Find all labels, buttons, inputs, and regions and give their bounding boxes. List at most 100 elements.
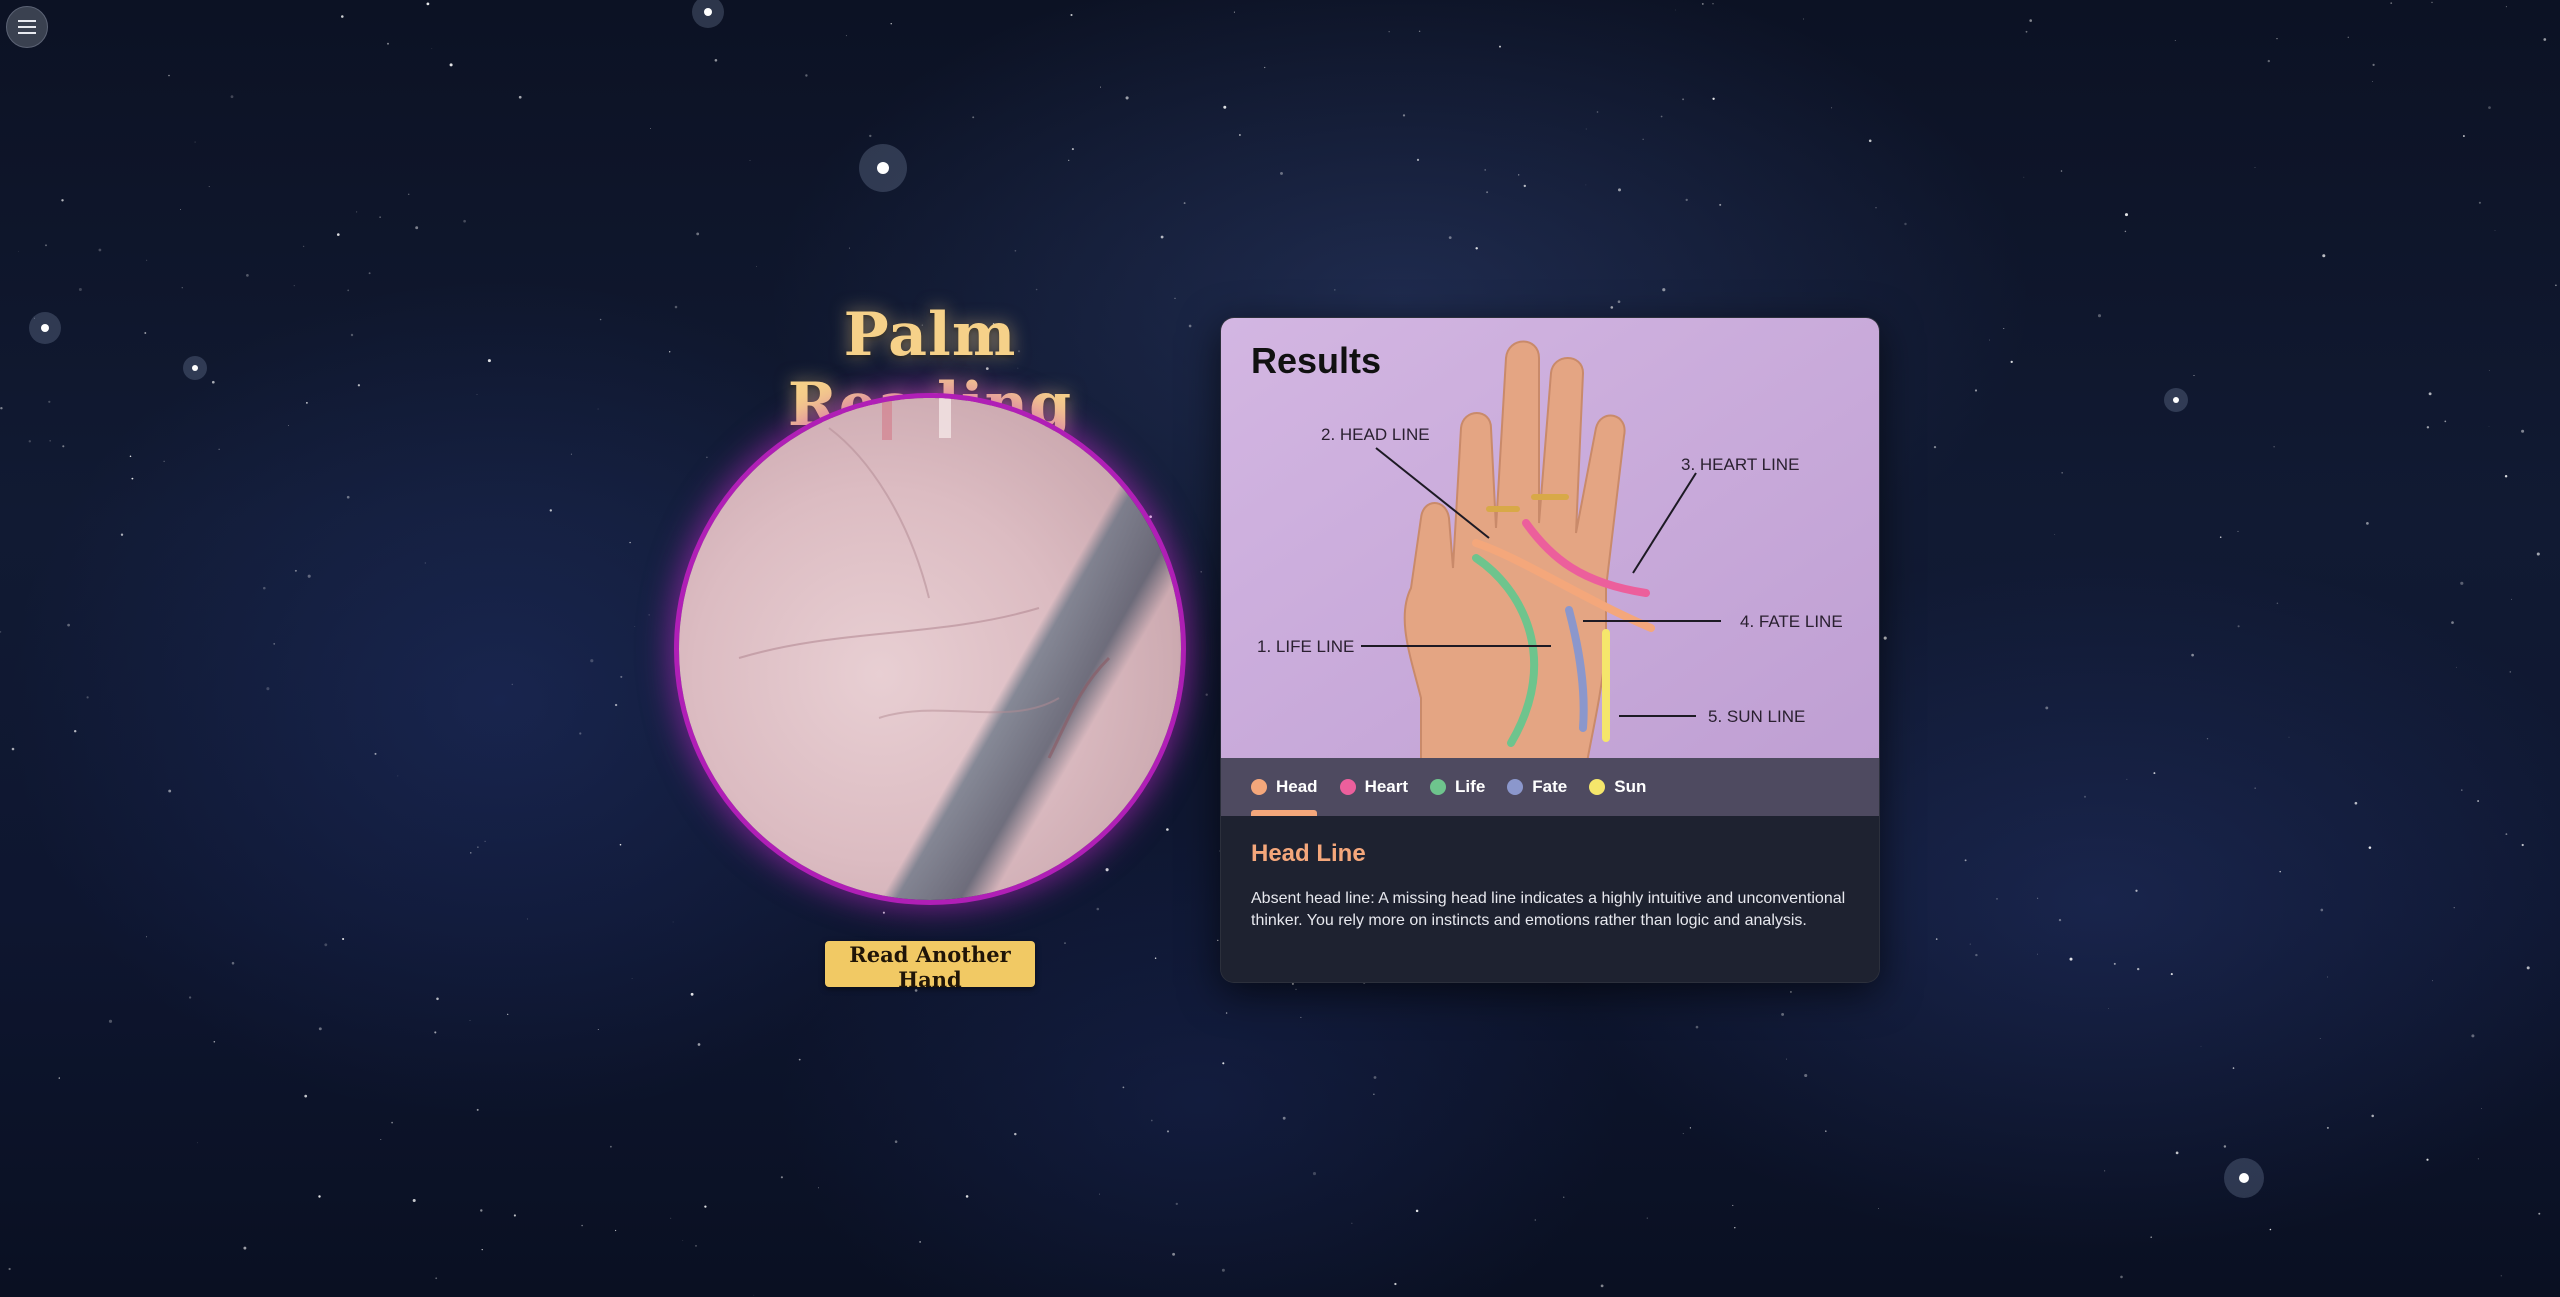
- star: [2135, 889, 2138, 892]
- star: [346, 495, 350, 499]
- star: [1448, 236, 1452, 239]
- star: [609, 1145, 612, 1148]
- star: [180, 208, 181, 210]
- star: [1486, 191, 1489, 194]
- star: [590, 659, 594, 663]
- star: [2023, 176, 2025, 178]
- star: [1096, 907, 1100, 911]
- star: [2347, 36, 2350, 39]
- star: [1183, 202, 1186, 205]
- star: [231, 961, 235, 965]
- star: [356, 211, 358, 213]
- star: [2478, 201, 2481, 204]
- star: [1563, 1196, 1565, 1198]
- star: [1712, 97, 1715, 100]
- star: [1280, 171, 1283, 175]
- star: [798, 1058, 801, 1061]
- star: [1035, 288, 1038, 291]
- legend-label: Sun: [1614, 777, 1647, 796]
- star: [49, 440, 51, 442]
- star: [672, 921, 674, 923]
- legend-tab-life[interactable]: Life: [1430, 777, 1485, 797]
- star: [2254, 167, 2256, 169]
- star: [45, 244, 47, 247]
- star: [629, 541, 631, 544]
- star: [749, 159, 751, 161]
- star: [2494, 230, 2496, 231]
- read-another-hand-button[interactable]: Read Another Hand: [825, 941, 1035, 992]
- star: [1351, 1222, 1353, 1224]
- star: [1534, 1219, 1536, 1221]
- star: [2045, 706, 2049, 710]
- star: [614, 1229, 617, 1232]
- star: [347, 289, 350, 292]
- star: [336, 233, 340, 236]
- star: [2511, 598, 2512, 600]
- star: [424, 562, 426, 564]
- star: [181, 287, 183, 289]
- star: [1373, 1076, 1377, 1079]
- star: [1225, 1012, 1228, 1014]
- star: [1642, 138, 1644, 140]
- star: [2509, 671, 2512, 673]
- star: [570, 453, 572, 455]
- bright-star: [192, 365, 198, 371]
- legend-tab-fate[interactable]: Fate: [1507, 777, 1567, 797]
- star: [350, 333, 354, 337]
- star: [484, 840, 486, 843]
- star: [1988, 339, 1990, 341]
- star: [2003, 328, 2005, 329]
- star: [2460, 581, 2464, 585]
- star: [2444, 420, 2447, 423]
- star: [2276, 37, 2278, 40]
- legend-tab-head[interactable]: Head: [1251, 777, 1318, 797]
- star: [2237, 530, 2239, 532]
- star: [2113, 962, 2116, 965]
- star: [597, 408, 599, 410]
- star: [263, 586, 266, 590]
- star: [387, 42, 389, 45]
- star: [342, 937, 345, 941]
- star: [579, 732, 582, 735]
- star: [2461, 789, 2463, 791]
- star: [146, 936, 148, 938]
- star: [2174, 40, 2176, 41]
- legend-tab-sun[interactable]: Sun: [1589, 777, 1646, 797]
- star: [379, 216, 381, 218]
- star: [2426, 426, 2430, 429]
- star: [2455, 666, 2457, 668]
- line-legend-tabs: Head Heart Life Fate Sun: [1221, 758, 1879, 816]
- star: [1402, 114, 1406, 117]
- label-fate-line: 4. FATE LINE: [1740, 612, 1843, 631]
- star: [1295, 988, 1297, 991]
- star: [674, 305, 678, 309]
- star: [293, 285, 295, 287]
- legend-tab-heart[interactable]: Heart: [1339, 777, 1408, 797]
- star: [436, 997, 439, 1001]
- star: [2084, 795, 2086, 798]
- star: [58, 1077, 60, 1079]
- star: [2200, 1045, 2202, 1047]
- star: [1100, 86, 1102, 88]
- star: [1217, 939, 1219, 942]
- star: [2025, 30, 2028, 33]
- star: [2431, 1, 2433, 4]
- star: [780, 1176, 783, 1179]
- star: [243, 1246, 247, 1250]
- menu-button[interactable]: [6, 6, 48, 48]
- star: [2326, 1126, 2329, 1129]
- star: [2069, 957, 2073, 961]
- star: [1014, 1132, 1017, 1136]
- bright-star: [2239, 1173, 2249, 1183]
- star: [2126, 778, 2128, 780]
- star: [2124, 213, 2129, 217]
- star: [1166, 828, 1169, 831]
- star: [1933, 445, 1937, 449]
- star: [188, 996, 192, 999]
- results-title: Results: [1251, 340, 1382, 381]
- star: [62, 445, 65, 448]
- star: [2477, 1158, 2479, 1160]
- star: [2390, 2, 2393, 4]
- star: [1122, 1086, 1125, 1089]
- star: [1125, 96, 1129, 100]
